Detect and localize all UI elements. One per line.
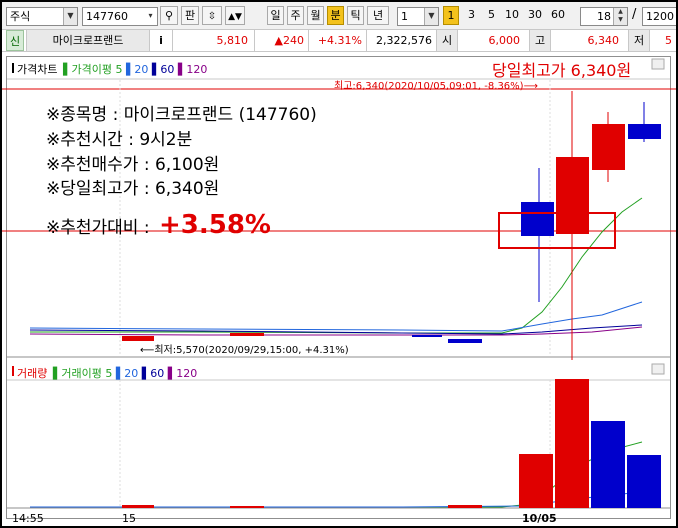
annotation-stock-name: ※종목명 : 마이크로프랜드 (147760) xyxy=(46,105,317,125)
legend-marker xyxy=(12,366,14,376)
volume-ma60-legend-item: ▌60 xyxy=(141,367,165,380)
chart-window: 주식 ▼ 147760 ▾ ⚲ 판 ⇳ ▲▼ 일 주 월 분 틱 년 1 ▼ 1… xyxy=(2,2,676,526)
volume-ma5-legend: 5 xyxy=(105,367,113,380)
volume-legend: 거래량 ▌거래이평 5 ▌20 ▌60 ▌120 xyxy=(17,365,197,381)
volume-bar xyxy=(627,455,661,508)
candle xyxy=(412,335,442,337)
candle xyxy=(556,157,589,234)
candle xyxy=(628,124,661,139)
panel-menu-button[interactable] xyxy=(651,58,665,70)
candle xyxy=(230,333,264,336)
annotation-ratio-label: ※추천가대비 : xyxy=(46,218,150,238)
price-ma-label: 가격이평 xyxy=(71,63,112,76)
ma120-legend-item: ▌120 xyxy=(177,63,208,76)
x-axis-label: 10/05 xyxy=(522,512,557,525)
low-marker-label: ⟵최저:5,570(2020/09/29,15:00, +4.31%) xyxy=(140,345,349,356)
volume-ma-legend: ▌거래이평 5 xyxy=(52,367,113,380)
volume-ma20-legend-item: ▌20 xyxy=(115,367,139,380)
ma20-legend-item: ▌20 xyxy=(125,63,149,76)
x-axis-label: 15 xyxy=(122,512,136,525)
volume-bar xyxy=(448,505,482,508)
volume-bar xyxy=(122,505,154,508)
volume-ma120-legend: 120 xyxy=(176,367,198,380)
candle xyxy=(592,124,625,170)
legend-marker xyxy=(12,63,14,73)
annotation-day-high: ※당일최고가 : 6,340원 xyxy=(46,179,220,199)
volume-ma20-legend: 20 xyxy=(124,367,139,380)
volume-bar xyxy=(591,421,625,508)
annotation-ratio-value: +3.58% xyxy=(158,210,271,240)
ma120-legend: 120 xyxy=(186,63,208,76)
volume-ma60-legend: 60 xyxy=(150,367,165,380)
ma60-legend-item: ▌60 xyxy=(151,63,175,76)
candle xyxy=(448,339,482,343)
volume-bars xyxy=(122,379,661,508)
price-legend: 가격차트 ▌가격이평 5 ▌20 ▌60 ▌120 xyxy=(17,61,207,77)
annotation-buy-price: ※추천매수가 : 6,100원 xyxy=(46,155,220,175)
volume-ma120-legend-item: ▌120 xyxy=(167,367,198,380)
high-marker-label: 최고:6,340(2020/10/05,09:01, -8.36%)⟶ xyxy=(334,81,538,92)
ma5-legend: 5 xyxy=(115,63,123,76)
ma20-legend: 20 xyxy=(134,63,149,76)
volume-legend-title: 거래량 xyxy=(17,367,48,380)
volume-bar xyxy=(230,506,264,508)
annotation-ratio-row: ※추천가대비 : +3.58% xyxy=(46,210,271,240)
panel-menu-button[interactable] xyxy=(651,363,665,375)
volume-ma-label: 거래이평 xyxy=(61,367,102,380)
volume-bar xyxy=(555,379,589,508)
annotation-time: ※추천시간 : 9시2분 xyxy=(46,130,193,150)
ma60-legend: 60 xyxy=(160,63,175,76)
price-legend-title: 가격차트 xyxy=(17,63,58,76)
x-axis-label: 14:55 xyxy=(12,512,44,525)
price-ma-legend: ▌가격이평 5 xyxy=(62,63,123,76)
volume-bar xyxy=(519,454,553,508)
candle xyxy=(521,202,554,236)
